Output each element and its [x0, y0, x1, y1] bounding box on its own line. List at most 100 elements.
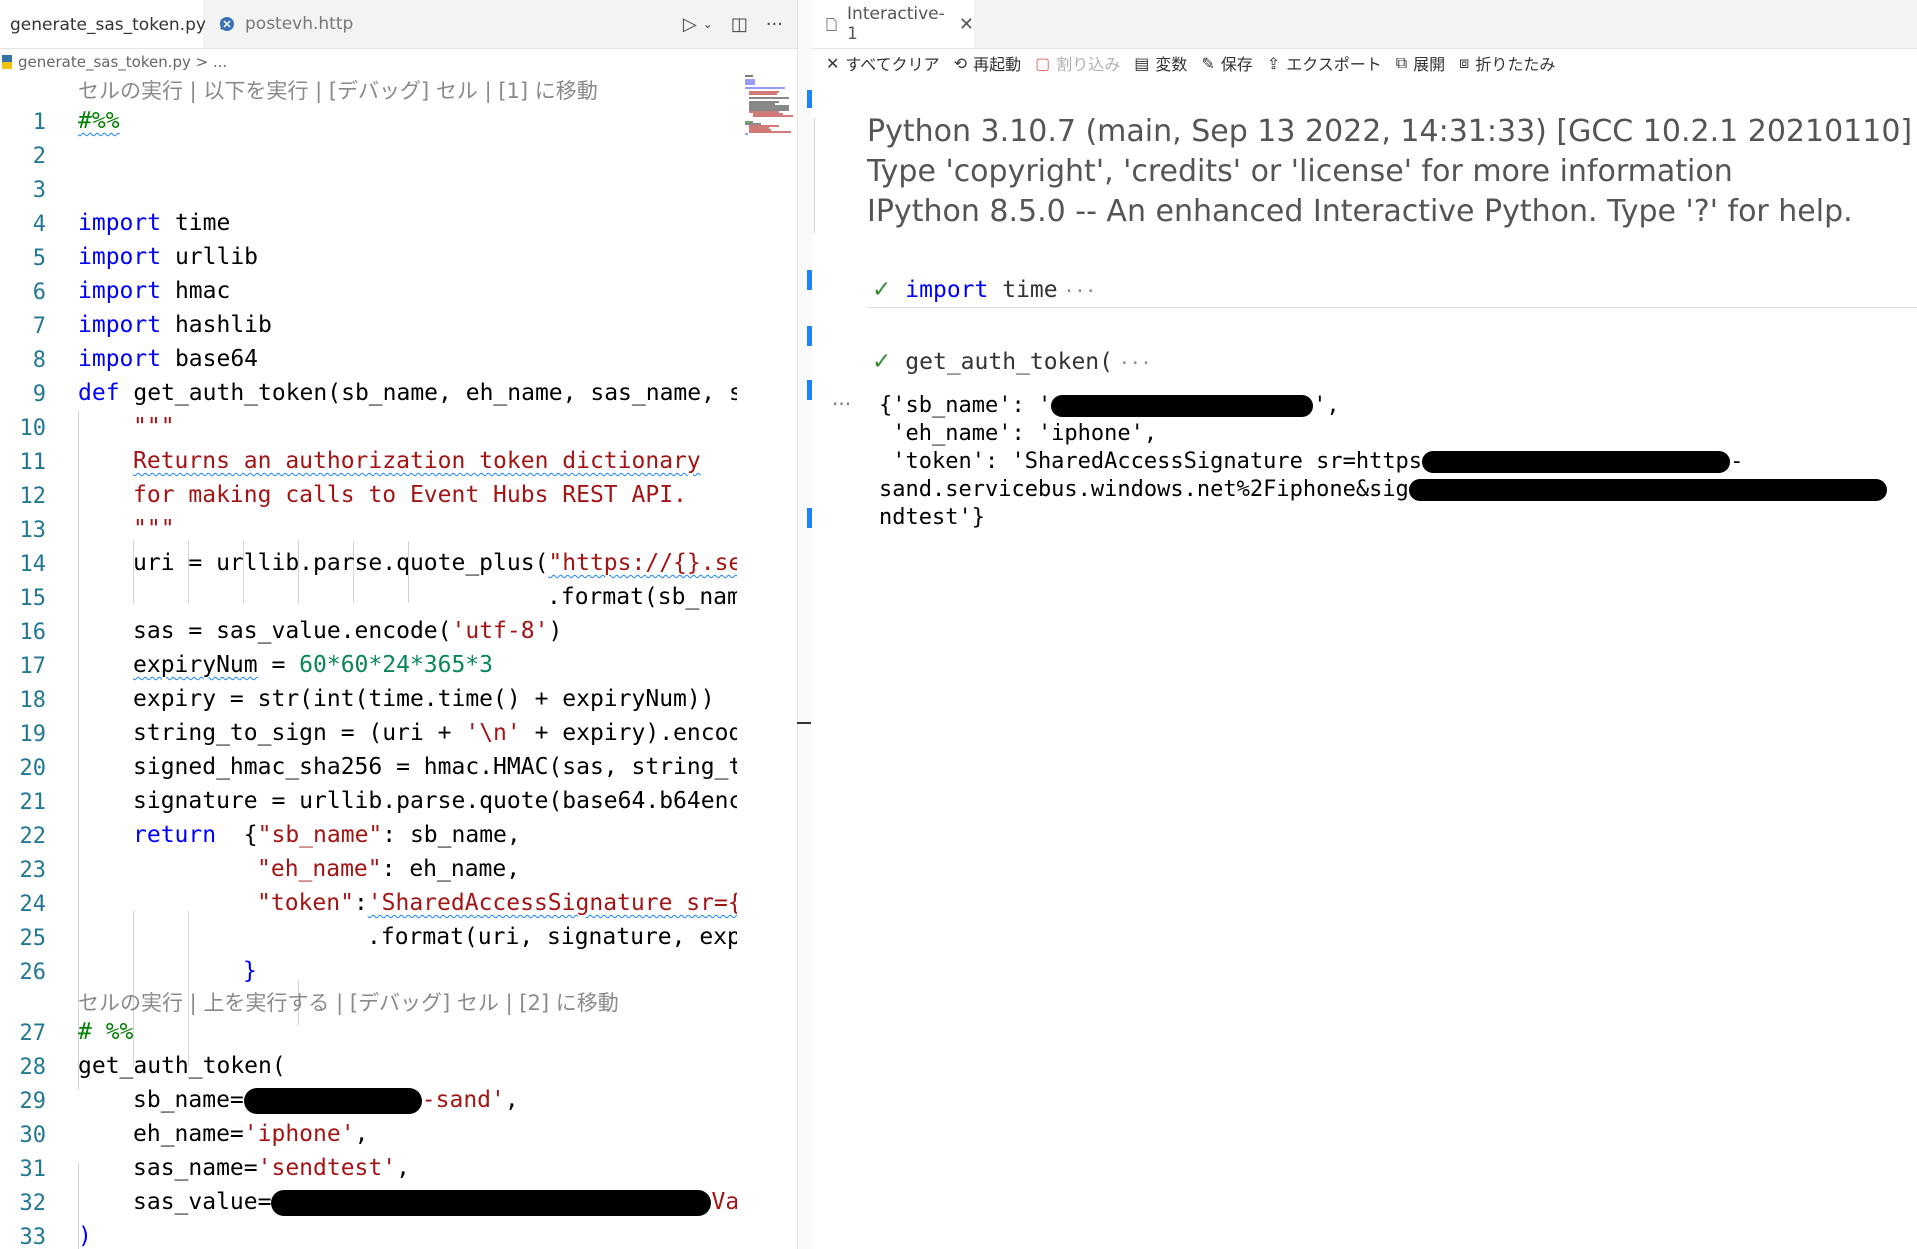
line-number: 33 — [19, 1225, 47, 1249]
cell-marker[interactable] — [807, 326, 812, 346]
cell-marker[interactable] — [807, 270, 812, 290]
collapse-icon: ⧈ — [1459, 53, 1470, 72]
code-line: signed_hmac_sha256 = hmac.HMAC(sas, stri… — [133, 754, 737, 780]
minimap[interactable] — [737, 75, 797, 1249]
expand-icon: ⧉ — [1395, 53, 1408, 72]
run-icon[interactable]: ▷ — [683, 14, 697, 35]
close-icon[interactable]: ✕ — [959, 14, 974, 35]
code-line: uri = urllib.parse.quote_plus("https://{… — [133, 550, 737, 576]
code-line: eh_name='iphone', — [133, 1121, 369, 1147]
line-number: 31 — [19, 1157, 47, 1182]
line-number: 25 — [19, 926, 47, 951]
code-line: "token":'SharedAccessSignature sr={ — [257, 890, 737, 916]
line-number: 30 — [19, 1123, 47, 1148]
chevron-down-icon[interactable]: ⌄ — [703, 17, 713, 31]
cell-marker[interactable] — [807, 508, 812, 528]
line-number: 12 — [19, 484, 47, 509]
interactive-window: Interactive-1 ✕ ✕ すべてクリア ⟲ 再起動 ▢ 割り込み ▤ 変数 ✎… — [807, 0, 1917, 1249]
line-number: 22 — [19, 824, 47, 849]
line-number: 32 — [19, 1191, 47, 1216]
executed-cell-1[interactable]: ✓ import time ··· — [872, 277, 1096, 303]
code-line: } — [243, 958, 257, 984]
line-number: 28 — [19, 1055, 47, 1080]
line-number: 13 — [19, 518, 47, 543]
kernel-banner: Python 3.10.7 (main, Sep 13 2022, 14:31:… — [867, 112, 1912, 232]
export-icon: ⇪ — [1266, 53, 1281, 73]
editor-tab-bar: generate_sas_token.py ✕ postevh.http ▷ ⌄… — [0, 0, 797, 49]
line-number: 8 — [32, 348, 46, 373]
editor-pane: generate_sas_token.py ✕ postevh.http ▷ ⌄… — [0, 0, 797, 1249]
more-icon[interactable]: ··· — [1119, 353, 1152, 374]
codelens-cell-1[interactable]: セルの実行 | 以下を実行 | [デバッグ] セル | [1] に移動 — [78, 75, 598, 105]
code-line: Returns an authorization token dictionar… — [133, 448, 701, 474]
code-line: "eh_name": eh_name, — [257, 856, 521, 882]
split-editor-icon[interactable]: ◫ — [731, 14, 748, 35]
code-line: def get_auth_token(sb_name, eh_name, sas… — [78, 380, 737, 406]
restart-button[interactable]: ⟲ 再起動 — [954, 51, 1021, 75]
code-editor[interactable]: セルの実行 | 以下を実行 | [デバッグ] セル | [1] に移動 セルの実… — [0, 75, 737, 1249]
redaction-mark — [1051, 395, 1314, 417]
collapse-button[interactable]: ⧈ 折りたたみ — [1459, 51, 1555, 75]
redaction-mark — [1422, 451, 1731, 473]
code-line: import base64 — [78, 346, 259, 372]
code-line: import urllib — [78, 244, 259, 270]
clear-all-button[interactable]: ✕ すべてクリア — [826, 51, 940, 75]
line-number: 21 — [19, 790, 47, 815]
line-number: 14 — [19, 552, 47, 577]
executed-cell-2[interactable]: ✓ get_auth_token(··· — [872, 349, 1152, 375]
pane-splitter[interactable] — [797, 0, 813, 1249]
code-line: expiry = str(int(time.time() + expiryNum… — [133, 686, 715, 712]
scrollbar-thumb[interactable] — [797, 722, 811, 724]
breadcrumb-path[interactable]: generate_sas_token.py > ... — [18, 53, 227, 71]
line-number: 19 — [19, 722, 47, 747]
breadcrumb: generate_sas_token.py > ... — [0, 48, 797, 75]
tab-label: Interactive-1 — [847, 4, 945, 44]
code-line: string_to_sign = (uri + '\n' + expiry).e… — [133, 720, 737, 746]
interrupt-button[interactable]: ▢ 割り込み — [1035, 51, 1120, 75]
tab-interactive-1[interactable]: Interactive-1 ✕ — [812, 0, 974, 48]
line-number: 2 — [32, 144, 46, 169]
tab-generate-sas-token[interactable]: generate_sas_token.py ✕ — [0, 0, 233, 48]
more-icon[interactable]: ··· — [1064, 281, 1097, 302]
line-number: 16 — [19, 620, 47, 645]
code-line: sb_name= -sand', — [133, 1087, 519, 1114]
python-file-icon — [2, 54, 12, 69]
line-number: 20 — [19, 756, 47, 781]
code-line: # %% — [78, 1019, 134, 1045]
banner-line: Type 'copyright', 'credits' or 'license'… — [867, 154, 1733, 189]
code-line: ) — [78, 1223, 92, 1249]
line-number: 3 — [32, 178, 46, 203]
more-actions-icon[interactable]: ··· — [766, 14, 783, 35]
tab-label: postevh.http — [245, 14, 354, 34]
export-button[interactable]: ⇪ エクスポート — [1267, 51, 1382, 75]
save-button[interactable]: ✎ 保存 — [1201, 51, 1252, 75]
success-check-icon: ✓ — [872, 277, 892, 303]
output-actions-icon[interactable]: ··· — [832, 392, 851, 416]
line-number: 1 — [32, 110, 46, 135]
code-line: import time — [78, 210, 231, 236]
code-line: sas = sas_value.encode('utf-8') — [133, 618, 563, 644]
output-line: ndtest'} — [879, 505, 985, 530]
code-line: return {"sb_name": sb_name, — [133, 822, 521, 848]
code-line: """ — [133, 414, 175, 440]
cell-marker[interactable] — [807, 380, 812, 400]
code-line: for making calls to Event Hubs REST API. — [133, 482, 687, 508]
line-number: 15 — [19, 586, 47, 611]
code-line: #%% — [78, 108, 120, 134]
line-number: 11 — [19, 450, 47, 475]
http-file-icon — [220, 17, 234, 31]
output-line: {'sb_name': ' ', — [879, 393, 1340, 418]
line-number: 5 — [32, 246, 46, 271]
variables-icon: ▤ — [1134, 53, 1150, 73]
codelens-cell-2[interactable]: セルの実行 | 上を実行する | [デバッグ] セル | [2] に移動 — [78, 987, 619, 1017]
variables-button[interactable]: ▤ 変数 — [1134, 51, 1187, 75]
tab-postevh[interactable]: postevh.http — [205, 0, 369, 48]
interactive-tab-bar: Interactive-1 ✕ — [812, 0, 1917, 49]
redaction-mark — [1408, 479, 1887, 501]
line-number: 9 — [32, 382, 46, 407]
expand-button[interactable]: ⧉ 展開 — [1396, 51, 1445, 75]
redaction-mark — [243, 1087, 422, 1114]
line-number: 23 — [19, 858, 47, 883]
banner-line: IPython 8.5.0 -- An enhanced Interactive… — [867, 194, 1853, 229]
cell-marker[interactable] — [807, 90, 812, 108]
